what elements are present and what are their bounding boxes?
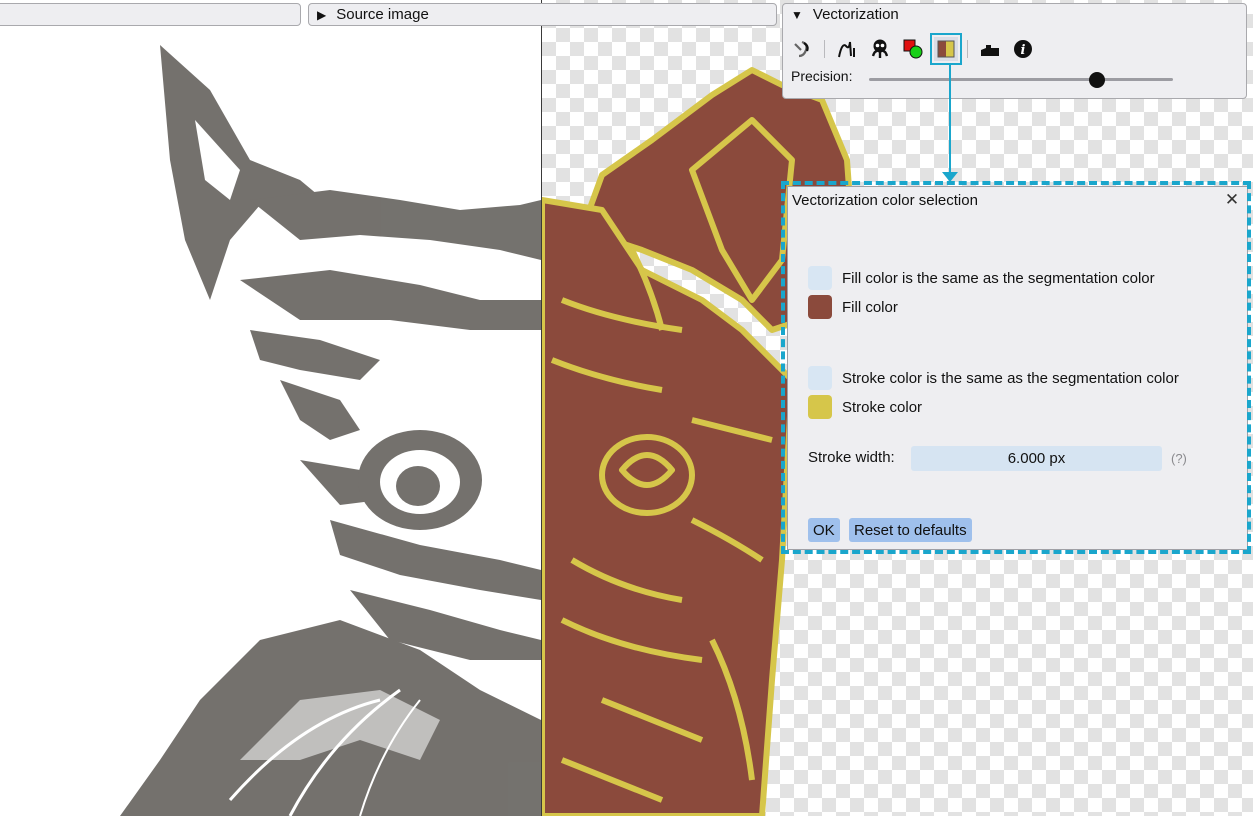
- toolbar-separator: [967, 40, 968, 58]
- fill-same-label: Fill color is the same as the segmentati…: [842, 269, 1155, 287]
- callout-arrow-icon: [942, 172, 958, 182]
- curve-icon[interactable]: [835, 37, 859, 61]
- stroke-width-help[interactable]: (?): [1171, 451, 1187, 466]
- stroke-same-checkbox[interactable]: [808, 366, 832, 390]
- vectorization-title: Vectorization: [812, 6, 899, 23]
- fill-color-label: Fill color: [842, 298, 898, 316]
- eraser-icon[interactable]: [978, 37, 1002, 61]
- precision-slider-knob[interactable]: [1089, 72, 1105, 88]
- stroke-width-label: Stroke width:: [808, 449, 895, 466]
- stroke-same-label: Stroke color is the same as the segmenta…: [842, 369, 1179, 387]
- ok-button[interactable]: OK: [808, 518, 840, 542]
- svg-text:i: i: [1021, 43, 1026, 58]
- fill-color-row[interactable]: Fill color: [808, 295, 898, 319]
- stroke-color-swatch[interactable]: [808, 395, 832, 419]
- source-image-expander[interactable]: ▶ Source image: [308, 3, 777, 26]
- fill-color-swatch[interactable]: [808, 295, 832, 319]
- precision-label: Precision:: [791, 68, 853, 84]
- stroke-width-input[interactable]: 6.000 px: [911, 446, 1162, 471]
- shapes-color-icon[interactable]: [901, 37, 925, 61]
- vectorization-header[interactable]: ▼ Vectorization: [791, 6, 899, 23]
- reset-to-defaults-button[interactable]: Reset to defaults: [849, 518, 972, 542]
- fill-same-checkbox-row[interactable]: Fill color is the same as the segmentati…: [808, 266, 1155, 290]
- stroke-color-label: Stroke color: [842, 398, 923, 416]
- source-image-label: Source image: [336, 6, 429, 23]
- dialog-title: Vectorization color selection: [792, 192, 978, 209]
- callout-connector: [949, 64, 951, 174]
- collapse-triangle-icon: ▼: [791, 7, 803, 22]
- toolbar-separator: [824, 40, 825, 58]
- vectorization-toolbar: i: [791, 33, 1044, 65]
- stroke-color-row[interactable]: Stroke color: [808, 395, 922, 419]
- cat-sketch-image: [120, 45, 541, 816]
- stroke-width-value: 6.000 px: [1007, 450, 1066, 467]
- fill-same-checkbox[interactable]: [808, 266, 832, 290]
- vectorization-color-dialog: Vectorization color selection ✕ Fill col…: [787, 186, 1248, 550]
- info-icon[interactable]: i: [1011, 37, 1035, 61]
- layer-bar[interactable]: [0, 3, 301, 26]
- close-icon[interactable]: ✕: [1223, 191, 1241, 209]
- expand-triangle-icon: ▶: [317, 7, 327, 22]
- octopus-icon[interactable]: [868, 37, 892, 61]
- stroke-same-checkbox-row[interactable]: Stroke color is the same as the segmenta…: [808, 366, 1179, 390]
- precision-slider[interactable]: [869, 72, 1173, 88]
- source-image-pane: [0, 0, 541, 816]
- vectorization-panel: ▼ Vectorization i Precision:: [782, 3, 1247, 99]
- color-selection-icon[interactable]: [930, 33, 962, 65]
- magic-wand-icon[interactable]: [791, 37, 815, 61]
